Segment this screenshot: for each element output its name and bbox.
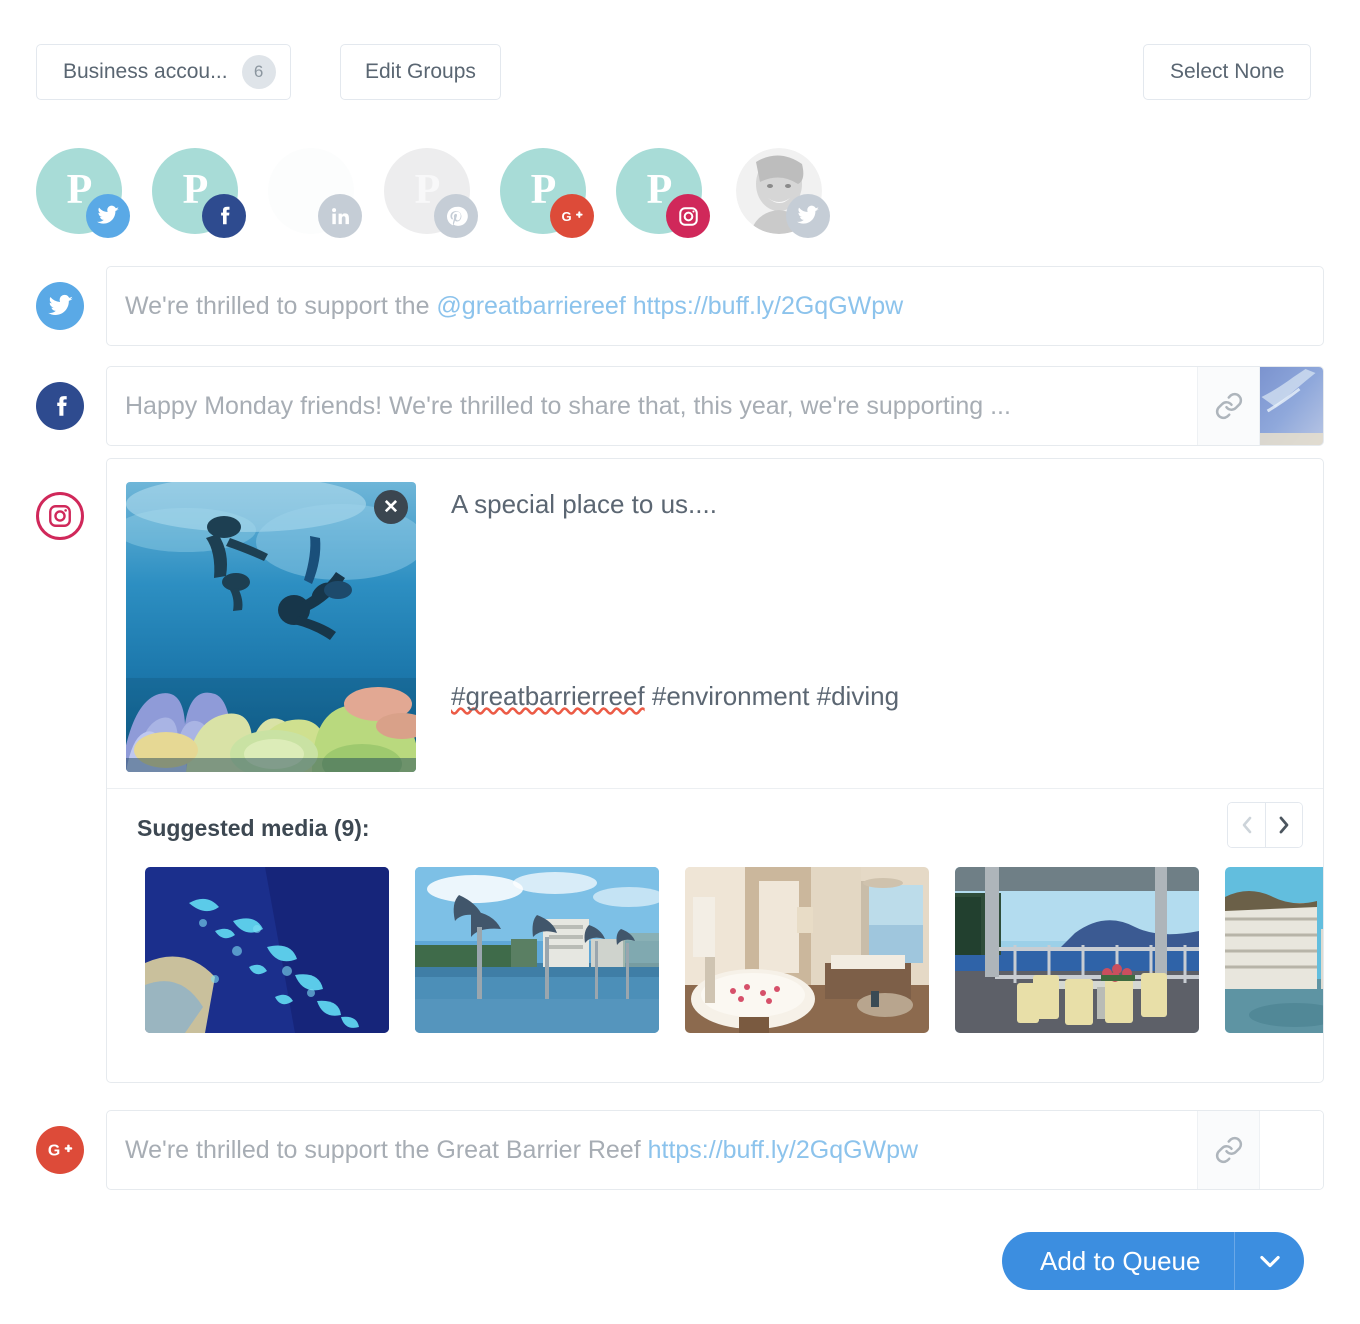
gplus-text-plain: We're thrilled to support the Great Barr…	[125, 1135, 648, 1164]
link-icon[interactable]	[1197, 1111, 1259, 1189]
googleplus-composer-field[interactable]: We're thrilled to support the Great Barr…	[106, 1110, 1324, 1190]
suggested-media-item[interactable]	[145, 867, 389, 1033]
twitter-badge-icon	[786, 194, 830, 238]
twitter-text-link: @greatbarriereef https://buff.ly/2GqGWpw	[436, 291, 904, 320]
svg-text:G: G	[48, 1143, 60, 1160]
suggested-media-item[interactable]	[685, 867, 929, 1033]
suggested-media-nav	[1227, 802, 1303, 848]
misspelled-hashtag: #greatbarrierreef	[451, 681, 645, 711]
hashtags-rest: #environment #diving	[644, 681, 900, 711]
edit-groups-label: Edit Groups	[365, 60, 476, 83]
twitter-text-plain: We're thrilled to support the	[125, 291, 437, 320]
suggested-prev-button[interactable]	[1228, 803, 1265, 847]
pinterest-badge-icon	[434, 194, 478, 238]
googleplus-badge-icon: G	[550, 194, 594, 238]
instagram-badge-icon	[666, 194, 710, 238]
add-to-queue-label: Add to Queue	[1040, 1245, 1201, 1276]
googleplus-composer-text: We're thrilled to support the Great Barr…	[107, 1136, 1197, 1165]
suggested-media-section: Suggested media (9):	[107, 788, 1323, 1082]
account-avatar-row: PPPPGP	[0, 148, 1360, 240]
instagram-hashtags-text[interactable]: #greatbarrierreef #environment #diving	[451, 681, 899, 712]
top-toolbar: Business accou... 6 Edit Groups Select N…	[0, 0, 1360, 120]
twitter-badge-icon	[86, 194, 130, 238]
select-none-label: Select None	[1170, 60, 1285, 83]
suggested-media-item[interactable]	[1225, 867, 1323, 1033]
group-select-label: Business accou...	[63, 60, 228, 83]
instagram-attached-image: ✕	[126, 482, 416, 772]
facebook-composer-field[interactable]: Happy Monday friends! We're thrilled to …	[106, 366, 1324, 446]
svg-text:G: G	[561, 209, 571, 224]
account-avatar-twitter-business[interactable]: P	[36, 148, 130, 238]
suggested-media-strip	[145, 867, 1323, 1033]
select-none-button[interactable]: Select None	[1143, 44, 1312, 100]
account-avatar-twitter-personal[interactable]	[736, 148, 830, 238]
facebook-badge-icon	[202, 194, 246, 238]
twitter-composer-text: We're thrilled to support the @greatbarr…	[107, 292, 1323, 321]
gplus-text-link: https://buff.ly/2GqGWpw	[647, 1135, 919, 1164]
facebook-icon	[36, 382, 84, 430]
suggested-next-button[interactable]	[1265, 803, 1302, 847]
facebook-composer-text: Happy Monday friends! We're thrilled to …	[125, 391, 1011, 420]
facebook-attachment-thumbnail[interactable]	[1259, 367, 1323, 445]
googleplus-attachment-thumbnail[interactable]	[1259, 1111, 1323, 1189]
instagram-compose-area: ✕ A special place to us.... #greatbarrie…	[107, 459, 1323, 790]
remove-image-button[interactable]: ✕	[374, 490, 408, 524]
suggested-media-title: Suggested media (9):	[137, 815, 370, 841]
group-count-badge: 6	[241, 55, 276, 89]
account-avatar-linkedin-business[interactable]	[268, 148, 362, 238]
account-avatar-googleplus-business[interactable]: PG	[500, 148, 594, 238]
twitter-icon	[36, 282, 84, 330]
link-icon[interactable]	[1197, 367, 1259, 445]
suggested-media-item[interactable]	[415, 867, 659, 1033]
account-avatar-instagram-business[interactable]: P	[616, 148, 710, 238]
twitter-composer-field[interactable]: We're thrilled to support the @greatbarr…	[106, 266, 1324, 346]
instagram-caption-text[interactable]: A special place to us....	[451, 489, 1293, 520]
linkedin-badge-icon	[318, 194, 362, 238]
chevron-down-icon[interactable]	[1234, 1232, 1304, 1290]
add-to-queue-button[interactable]: Add to Queue	[1002, 1232, 1305, 1290]
account-avatar-facebook-business[interactable]: P	[152, 148, 246, 238]
googleplus-icon: G	[36, 1126, 84, 1174]
suggested-media-item[interactable]	[955, 867, 1199, 1033]
instagram-icon	[36, 492, 84, 540]
group-select-button[interactable]: Business accou... 6	[36, 44, 291, 100]
account-avatar-pinterest-business[interactable]: P	[384, 148, 478, 238]
instagram-composer-panel: ✕ A special place to us.... #greatbarrie…	[106, 458, 1324, 1083]
edit-groups-button[interactable]: Edit Groups	[340, 44, 501, 100]
